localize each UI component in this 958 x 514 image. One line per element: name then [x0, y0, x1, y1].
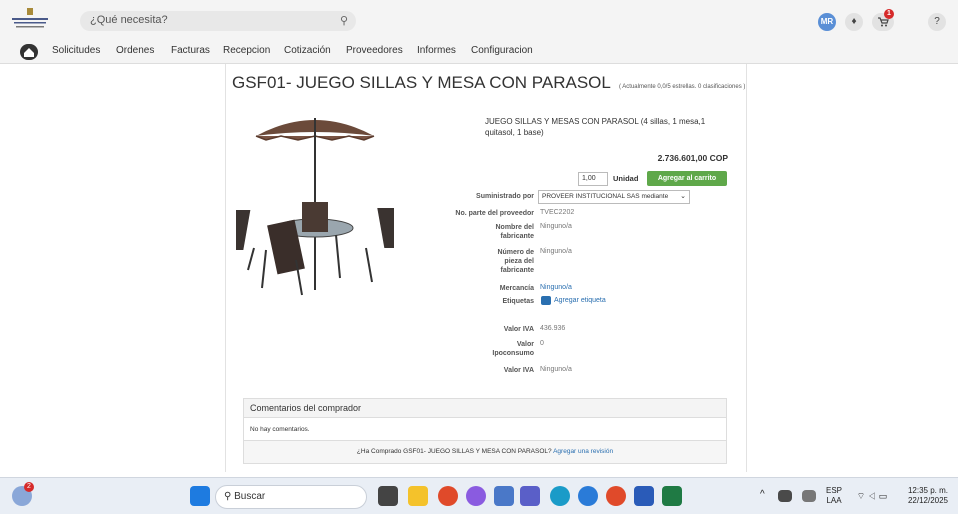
review-prompt: ¿Ha Comprado GSF01- JUEGO SILLAS Y MESA …: [356, 448, 552, 455]
comments-header: Comentarios del comprador: [244, 399, 726, 418]
app-icon[interactable]: [494, 486, 514, 506]
search-input[interactable]: ¿Qué necesita? ⚲: [80, 11, 356, 31]
quantity-input[interactable]: 1,00: [578, 172, 608, 186]
file-explorer-icon[interactable]: [408, 486, 428, 506]
supplier-part-label: No. parte del proveedor: [455, 210, 534, 217]
commodity-label: Mercancía: [499, 285, 534, 292]
help-icon[interactable]: ?: [928, 13, 946, 31]
taskbar-search-label: Buscar: [234, 491, 266, 502]
supplied-by-label: Suministrado por: [476, 193, 534, 200]
language-top: ESP: [825, 486, 842, 495]
bell-icon[interactable]: ♦: [845, 13, 863, 31]
top-bar: ¿Qué necesita? ⚲ MR ♦ 1 ?: [0, 0, 958, 40]
taskbar: 2 ⚲ Buscar ^ ESP LAA ⌔ ◁ ▭ 12:35 p. m. 2…: [0, 477, 958, 514]
chrome-icon[interactable]: [438, 486, 458, 506]
clock-date: 22/12/2025: [907, 496, 949, 505]
avatar[interactable]: MR: [818, 13, 836, 31]
add-to-cart-button[interactable]: Agregar al carrito: [647, 171, 727, 186]
nav-proveedores[interactable]: Proveedores: [346, 45, 403, 56]
supplier-select[interactable]: PROVEER INSTITUCIONAL SAS mediante ⌄: [538, 190, 690, 204]
language-indicator[interactable]: ESP LAA: [824, 486, 844, 506]
product-title: GSF01- JUEGO SILLAS Y MESA CON PARASOL: [232, 73, 611, 92]
main-nav: Solicitudes Ordenes Facturas Recepcion C…: [0, 40, 958, 64]
rating-note: ( Actualmente 0,0/5 estrellas. 0 clasifi…: [618, 84, 746, 90]
content-border-right: [746, 64, 747, 472]
mfr-part-value: Ninguno/a: [540, 248, 572, 255]
clock-time: 12:35 p. m.: [907, 486, 949, 495]
unit-label: Unidad: [613, 174, 639, 183]
page-title: GSF01- JUEGO SILLAS Y MESA CON PARASOL (…: [232, 73, 745, 93]
product-price: 2.736.601,00 COP: [657, 153, 728, 163]
word-icon[interactable]: [634, 486, 654, 506]
ipoconsumo-label: Valor Ipoconsumo: [492, 341, 534, 357]
search-icon[interactable]: ⚲: [340, 14, 348, 27]
product-image: [236, 118, 394, 296]
ipoconsumo-value: 0: [540, 340, 544, 347]
nav-cotizacion[interactable]: Cotización: [284, 45, 331, 56]
cart-badge: 1: [884, 9, 894, 19]
chevron-down-icon: ⌄: [680, 193, 686, 200]
taskbar-search[interactable]: ⚲ Buscar: [215, 485, 367, 509]
supplier-value: PROVEER INSTITUCIONAL SAS mediante: [542, 193, 669, 200]
home-icon[interactable]: [20, 44, 38, 60]
task-view-icon[interactable]: [378, 486, 398, 506]
teams-icon[interactable]: [520, 486, 540, 506]
tag-icon[interactable]: [541, 296, 551, 305]
comments-panel: Comentarios del comprador No hay comenta…: [243, 398, 727, 464]
iva2-label: Valor IVA: [503, 367, 534, 374]
manufacturer-label: Nombre del fabricante: [495, 224, 534, 240]
add-tag-link[interactable]: Agregar etiqueta: [554, 297, 606, 304]
nav-solicitudes[interactable]: Solicitudes: [52, 45, 100, 56]
tray-app-icon[interactable]: [778, 490, 792, 502]
add-review-link[interactable]: Agregar una revisión: [553, 448, 613, 455]
weather-badge: 2: [24, 482, 34, 492]
onedrive-icon[interactable]: [578, 486, 598, 506]
search-icon: ⚲: [224, 491, 235, 502]
nav-recepcion[interactable]: Recepcion: [223, 45, 270, 56]
nav-informes[interactable]: Informes: [417, 45, 456, 56]
chevron-up-icon[interactable]: ^: [760, 490, 765, 500]
manufacturer-value: Ninguno/a: [540, 223, 572, 230]
supplier-part-value: TVEC2202: [540, 209, 575, 216]
iva-value: 436.936: [540, 325, 566, 332]
nav-ordenes[interactable]: Ordenes: [116, 45, 154, 56]
logo[interactable]: [8, 7, 52, 33]
search-placeholder: ¿Qué necesita?: [90, 14, 168, 26]
language-bottom: LAA: [826, 496, 842, 505]
network-sound-battery-icon[interactable]: ⌔ ◁ ▭: [852, 491, 892, 501]
comments-empty: No hay comentarios.: [244, 418, 726, 441]
excel-icon[interactable]: [662, 486, 682, 506]
tags-label: Etiquetas: [502, 298, 534, 305]
iva-label: Valor IVA: [503, 326, 534, 333]
edge-icon[interactable]: [550, 486, 570, 506]
comments-footer: ¿Ha Comprado GSF01- JUEGO SILLAS Y MESA …: [244, 441, 726, 463]
nav-facturas[interactable]: Facturas: [171, 45, 210, 56]
keyboard-icon[interactable]: [802, 490, 816, 502]
nav-configuracion[interactable]: Configuracion: [471, 45, 533, 56]
content-border-left: [225, 64, 226, 472]
copilot-icon[interactable]: [466, 486, 486, 506]
mfr-part-label: Número de pieza del fabricante: [497, 249, 534, 274]
commodity-value[interactable]: Ninguno/a: [540, 284, 572, 291]
iva2-value: Ninguno/a: [540, 366, 572, 373]
chrome-profile-icon[interactable]: [606, 486, 626, 506]
clock[interactable]: 12:35 p. m. 22/12/2025: [898, 486, 958, 506]
product-description: JUEGO SILLAS Y MESAS CON PARASOL (4 sill…: [485, 117, 706, 137]
start-icon[interactable]: [190, 486, 210, 506]
